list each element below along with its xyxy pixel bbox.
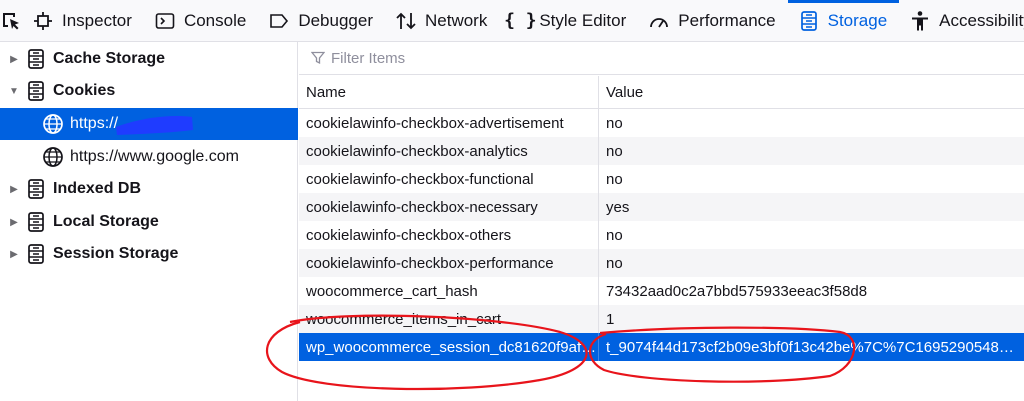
cell-value: no — [606, 254, 623, 272]
chevron-down-icon[interactable]: ▼ — [7, 86, 21, 97]
tab-storage[interactable]: Storage — [787, 0, 900, 41]
table-row[interactable]: cookielawinfo-checkbox-necessary yes — [299, 193, 1024, 221]
column-header-name[interactable]: Name — [299, 76, 598, 108]
tab-label: Performance — [678, 10, 776, 30]
tab-style-editor[interactable]: { } Style Editor — [499, 0, 638, 41]
table-row[interactable]: cookielawinfo-checkbox-performance no — [299, 249, 1024, 277]
inspector-icon — [32, 10, 54, 32]
filter-bar — [299, 42, 1024, 75]
table-row[interactable]: cookielawinfo-checkbox-others no — [299, 221, 1024, 249]
tab-performance[interactable]: Performance — [638, 0, 787, 41]
sidebar-item-host-redacted[interactable]: https:// — [0, 108, 298, 140]
cell-name: cookielawinfo-checkbox-necessary — [306, 198, 538, 216]
storage-icon — [28, 212, 44, 232]
cell-value: no — [606, 170, 623, 188]
table-row[interactable]: cookielawinfo-checkbox-functional no — [299, 165, 1024, 193]
storage-sidebar: ▶ Cache Storage ▼ Cookies https:// https… — [0, 42, 298, 401]
table-body: cookielawinfo-checkbox-advertisement no … — [299, 109, 1024, 361]
table-header: Name Value — [299, 76, 1024, 109]
cell-value: no — [606, 226, 623, 244]
sidebar-item-label: Cookies — [53, 82, 116, 99]
devtools-toolbar: Inspector Console Debugger Network { } S… — [0, 0, 1024, 42]
cell-name: cookielawinfo-checkbox-analytics — [306, 142, 528, 160]
chevron-right-icon[interactable]: ▶ — [7, 249, 21, 260]
filter-icon — [311, 51, 325, 65]
storage-icon — [798, 10, 820, 32]
storage-icon — [28, 49, 44, 69]
table-row[interactable]: woocommerce_cart_hash 73432aad0c2a7bbd57… — [299, 277, 1024, 305]
tab-network[interactable]: Network — [385, 0, 499, 41]
chevron-right-icon[interactable]: ▶ — [7, 54, 21, 65]
table-row[interactable]: woocommerce_items_in_cart 1 — [299, 305, 1024, 333]
storage-icon — [28, 179, 44, 199]
cell-value: 73432aad0c2a7bbd575933eeac3f58d8 — [606, 282, 868, 300]
cell-name: cookielawinfo-checkbox-performance — [306, 254, 554, 272]
sidebar-item-host-google[interactable]: https://www.google.com — [0, 141, 298, 173]
sidebar-item-cookies[interactable]: ▼ Cookies — [0, 75, 298, 107]
cell-name: cookielawinfo-checkbox-others — [306, 226, 512, 244]
sidebar-item-label: Cache Storage — [53, 50, 166, 67]
storage-table-panel: Name Value cookielawinfo-checkbox-advert… — [299, 42, 1024, 401]
cell-value: 1 — [606, 310, 615, 328]
tab-debugger[interactable]: Debugger — [258, 0, 385, 41]
cell-value: yes — [606, 198, 630, 216]
table-row-selected[interactable]: wp_woocommerce_session_dc81620f9af8... t… — [299, 333, 1024, 361]
chevron-right-icon[interactable]: ▶ — [7, 184, 21, 195]
style-editor-icon: { } — [504, 10, 537, 31]
storage-icon — [28, 81, 44, 101]
sidebar-item-label: Indexed DB — [53, 180, 142, 197]
console-icon — [154, 10, 176, 32]
tab-label: Console — [183, 10, 247, 30]
element-picker-icon — [3, 12, 19, 29]
tab-accessibility[interactable]: Accessibility — [899, 0, 1024, 41]
sidebar-item-indexed-db[interactable]: ▶ Indexed DB — [0, 173, 298, 205]
chevron-right-icon[interactable]: ▶ — [7, 217, 21, 228]
tab-label: Debugger — [298, 10, 373, 30]
sidebar-item-local-storage[interactable]: ▶ Local Storage — [0, 206, 298, 238]
sidebar-item-session-storage[interactable]: ▶ Session Storage — [0, 238, 298, 270]
table-row[interactable]: cookielawinfo-checkbox-analytics no — [299, 137, 1024, 165]
tab-inspector[interactable]: Inspector — [22, 0, 144, 41]
tab-label: Inspector — [62, 10, 132, 30]
accessibility-icon — [909, 10, 931, 32]
cell-value: t_9074f44d173cf2b09e3bf0f13c42be%7C%7C16… — [606, 338, 1024, 356]
sidebar-item-label: Local Storage — [53, 213, 159, 230]
tab-label: Network — [424, 10, 488, 30]
sidebar-item-label: https://www.google.com — [70, 148, 239, 165]
sidebar-item-label: Session Storage — [53, 245, 179, 262]
sidebar-item-cache-storage[interactable]: ▶ Cache Storage — [0, 43, 298, 75]
filter-input[interactable] — [331, 49, 631, 67]
table-row[interactable]: cookielawinfo-checkbox-advertisement no — [299, 109, 1024, 137]
globe-icon — [43, 147, 63, 167]
cell-name: cookielawinfo-checkbox-functional — [306, 170, 534, 188]
cell-name: woocommerce_cart_hash — [306, 282, 478, 300]
cell-value: no — [606, 114, 623, 132]
element-picker-button[interactable] — [0, 0, 22, 41]
cell-name: wp_woocommerce_session_dc81620f9af8... — [306, 338, 598, 356]
network-icon — [395, 10, 417, 32]
performance-icon — [648, 10, 670, 32]
cell-value: no — [606, 142, 623, 160]
tab-label: Accessibility — [939, 10, 1024, 30]
tab-label: Storage — [827, 10, 888, 30]
tab-console[interactable]: Console — [144, 0, 258, 41]
column-header-value[interactable]: Value — [598, 76, 1024, 108]
tab-label: Style Editor — [539, 10, 627, 30]
cell-name: cookielawinfo-checkbox-advertisement — [306, 114, 564, 132]
cell-name: woocommerce_items_in_cart — [306, 310, 502, 328]
sidebar-item-label: https:// — [70, 115, 119, 132]
globe-icon — [43, 114, 63, 134]
storage-icon — [28, 244, 44, 264]
debugger-icon — [268, 10, 290, 32]
